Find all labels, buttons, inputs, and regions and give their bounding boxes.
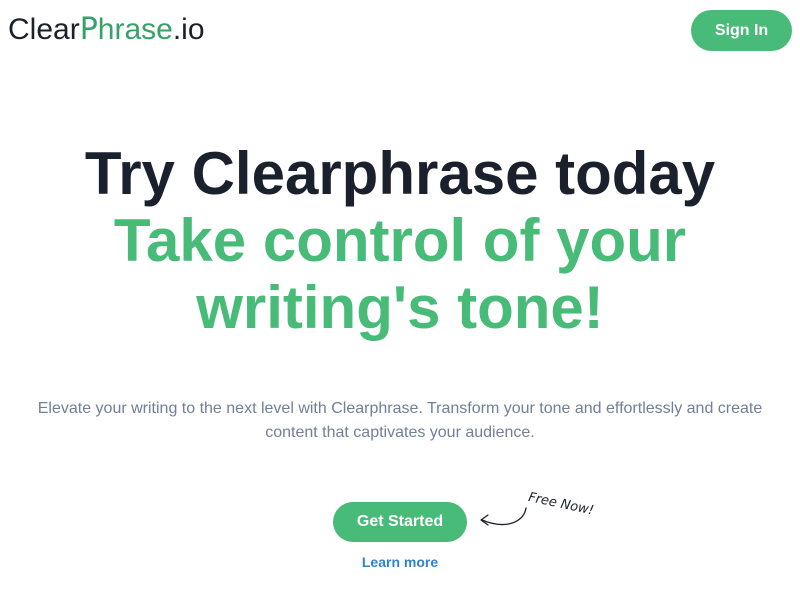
hero-description: Elevate your writing to the next level w…	[37, 400, 763, 441]
hero-title-line1: Try Clearphrase today	[84, 140, 716, 207]
logo-accent-letter: P	[79, 12, 98, 47]
get-started-button[interactable]: Get Started	[333, 502, 467, 542]
logo-accent: Phrase	[79, 12, 173, 47]
learn-more-link[interactable]: Learn more	[340, 552, 460, 572]
hero-title: Try Clearphrase today Take control of yo…	[0, 140, 800, 341]
curved-arrow-icon	[480, 507, 527, 526]
logo-suffix: .io	[172, 13, 205, 46]
hero-section: Try Clearphrase today Take control of yo…	[0, 140, 800, 341]
logo-accent-rest: hrase	[97, 13, 173, 46]
free-now-callout: Free Now!	[526, 490, 596, 519]
logo-prefix: Clear	[8, 13, 80, 46]
hero-title-line2: Take control of your writing's tone!	[113, 207, 687, 341]
landing-page: ClearPhrase.io Sign In Try Clearphrase t…	[0, 0, 800, 600]
sign-in-button[interactable]: Sign In	[691, 10, 792, 51]
logo[interactable]: ClearPhrase.io	[8, 12, 205, 48]
